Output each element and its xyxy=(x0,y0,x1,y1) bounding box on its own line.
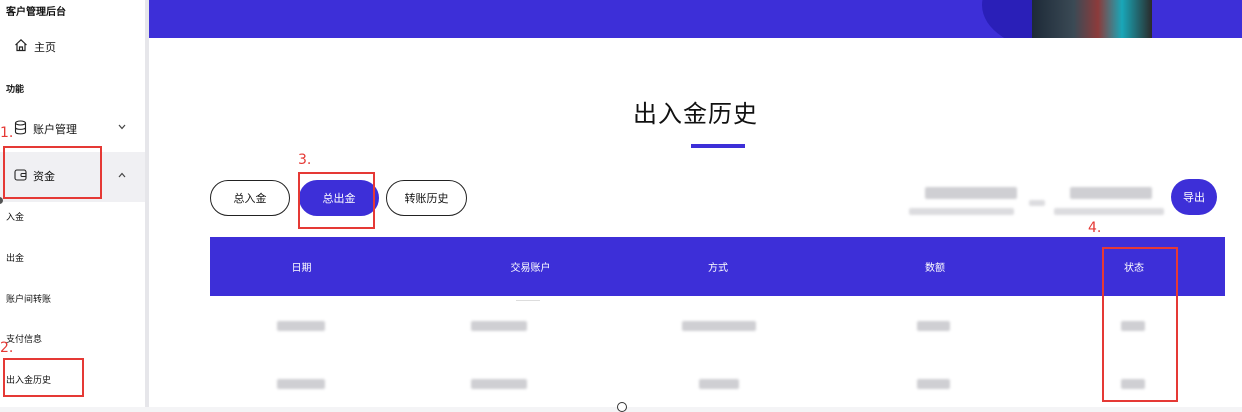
tab-total-deposit[interactable]: 总入金 xyxy=(210,180,290,216)
column-header-amount: 数额 xyxy=(925,263,945,274)
annotation-number-3: 3. xyxy=(298,152,312,168)
sidebar-subitem-withdraw[interactable]: 出金 xyxy=(6,251,24,264)
top-banner xyxy=(149,0,1242,38)
date-filter-start[interactable] xyxy=(925,187,1017,199)
cell-date xyxy=(277,379,325,389)
sidebar-item-label: 账户管理 xyxy=(33,123,77,136)
cell-method xyxy=(699,379,739,389)
column-header-date: 日期 xyxy=(291,263,312,274)
chevron-up-icon xyxy=(118,170,126,181)
annotation-number-2: 2. xyxy=(0,340,14,356)
row-divider xyxy=(516,300,540,301)
annotation-box-3 xyxy=(298,172,375,229)
banner-image xyxy=(1032,0,1152,38)
brand-title: 客户管理后台 xyxy=(6,7,66,18)
database-icon xyxy=(14,120,27,138)
cell-account xyxy=(471,321,527,331)
date-filter-separator xyxy=(1029,200,1045,206)
annotation-number-4: 4. xyxy=(1088,220,1102,236)
date-filter-end-underline xyxy=(1054,208,1164,215)
chevron-down-icon xyxy=(118,122,126,133)
sidebar-item-label: 主页 xyxy=(34,40,56,54)
annotation-box-2 xyxy=(3,358,84,397)
page-title: 出入金历史 xyxy=(633,100,758,128)
cell-amount xyxy=(917,321,950,331)
sidebar-item-account-management[interactable]: 账户管理 xyxy=(14,120,136,138)
date-filter-end[interactable] xyxy=(1070,187,1152,199)
history-table: 日期 交易账户 方式 数额 状态 xyxy=(210,237,1225,407)
cell-date xyxy=(277,321,325,331)
sidebar-subitem-deposit[interactable]: 入金 xyxy=(6,210,24,223)
tab-transfer-history[interactable]: 转账历史 xyxy=(386,180,467,216)
annotation-number-1: 1. xyxy=(0,125,14,141)
cell-account xyxy=(471,379,527,389)
title-underline xyxy=(691,144,745,148)
sidebar: 客户管理后台 主页 功能 账户管理 资金 入金 出金 账户间转账 支付信息 出入… xyxy=(0,0,145,407)
table-header: 日期 交易账户 方式 数额 状态 xyxy=(210,237,1225,296)
annotation-box-1 xyxy=(3,146,102,199)
scroll-indicator[interactable] xyxy=(617,402,627,412)
home-icon xyxy=(14,38,28,55)
column-header-method: 方式 xyxy=(708,263,728,274)
annotation-box-4 xyxy=(1102,247,1178,402)
date-filter-start-underline xyxy=(909,208,1014,215)
export-button[interactable]: 导出 xyxy=(1171,179,1217,215)
cell-method xyxy=(682,321,756,331)
cell-amount xyxy=(917,379,950,389)
column-header-account: 交易账户 xyxy=(510,263,551,274)
section-label: 功能 xyxy=(6,85,25,95)
sidebar-subitem-transfer[interactable]: 账户间转账 xyxy=(6,292,51,305)
sidebar-item-home[interactable]: 主页 xyxy=(14,38,56,55)
